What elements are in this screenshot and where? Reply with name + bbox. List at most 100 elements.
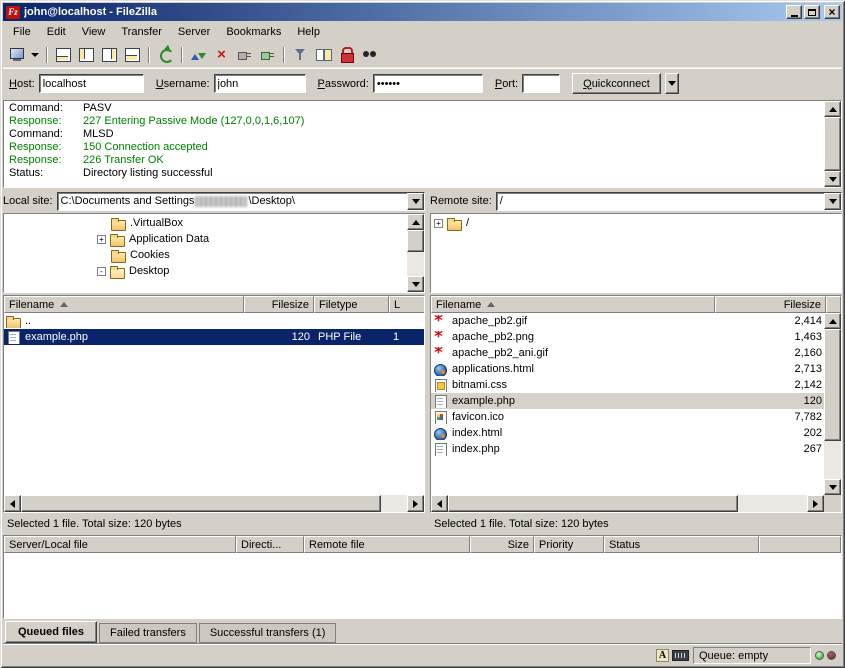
column-header-filename[interactable]: Filename bbox=[431, 296, 715, 313]
file-row-favicon-ico[interactable]: favicon.ico7,782 bbox=[431, 409, 824, 425]
menu-item-edit[interactable]: Edit bbox=[39, 24, 74, 40]
scroll-up-button[interactable] bbox=[407, 214, 424, 230]
site-manager-icon[interactable] bbox=[6, 44, 29, 66]
column-header-directi[interactable]: Directi... bbox=[236, 536, 304, 553]
file-row-index-php[interactable]: index.php267 bbox=[431, 441, 824, 457]
local-path-dropdown[interactable] bbox=[407, 193, 424, 210]
cancel-icon[interactable] bbox=[210, 44, 233, 66]
sync-browsing-icon[interactable] bbox=[335, 44, 358, 66]
maximize-button[interactable] bbox=[804, 5, 820, 19]
scroll-down-button[interactable] bbox=[407, 276, 424, 292]
hscroll-thumb[interactable] bbox=[448, 495, 738, 512]
queue-status-panel: Queue: empty bbox=[693, 647, 811, 664]
scroll-up-button[interactable] bbox=[824, 313, 841, 329]
file-row-item[interactable]: .. bbox=[4, 313, 424, 329]
tree-item-item[interactable]: +/ bbox=[432, 215, 840, 231]
username-input[interactable] bbox=[214, 74, 306, 93]
tree-item-desktop[interactable]: -Desktop bbox=[5, 263, 406, 279]
close-button[interactable]: × bbox=[824, 5, 840, 19]
minimize-button[interactable] bbox=[786, 5, 802, 19]
column-header-filesize[interactable]: Filesize bbox=[715, 296, 826, 313]
password-input[interactable] bbox=[373, 74, 483, 93]
arrow-up-icon bbox=[829, 315, 837, 324]
tree-item-virtualbox[interactable]: .VirtualBox bbox=[5, 215, 406, 231]
column-header-filename[interactable]: Filename bbox=[4, 296, 244, 313]
file-row-apache-pb2-png[interactable]: apache_pb2.png1,463 bbox=[431, 329, 824, 345]
column-header-l[interactable]: L bbox=[389, 296, 424, 313]
tab-successful-transfers-1[interactable]: Successful transfers (1) bbox=[199, 623, 337, 643]
column-header-status[interactable]: Status bbox=[604, 536, 759, 553]
column-header-filesize[interactable]: Filesize bbox=[244, 296, 314, 313]
local-status-text: Selected 1 file. Total size: 120 bytes bbox=[3, 513, 425, 533]
scroll-right-button[interactable] bbox=[807, 495, 824, 512]
file-row-example-php[interactable]: example.php120 bbox=[431, 393, 824, 409]
remote-hscrollbar[interactable] bbox=[431, 495, 841, 512]
tree-expander[interactable]: + bbox=[434, 219, 443, 228]
tree-expander[interactable]: - bbox=[97, 267, 106, 276]
remote-path-dropdown[interactable] bbox=[824, 193, 841, 210]
menu-item-file[interactable]: File bbox=[5, 24, 39, 40]
site-manager-dropdown-icon[interactable] bbox=[29, 44, 42, 66]
tree-item-application-data[interactable]: +Application Data bbox=[5, 231, 406, 247]
column-header-remote-file[interactable]: Remote file bbox=[304, 536, 470, 553]
process-queue-icon[interactable] bbox=[187, 44, 210, 66]
menu-item-transfer[interactable]: Transfer bbox=[113, 24, 170, 40]
refresh-icon[interactable] bbox=[154, 44, 177, 66]
transfer-queue[interactable] bbox=[4, 553, 841, 618]
remote-list-scrollbar[interactable] bbox=[824, 313, 841, 495]
hscroll-thumb[interactable] bbox=[21, 495, 381, 512]
menu-item-server[interactable]: Server bbox=[170, 24, 218, 40]
toggle-remote-tree-icon[interactable] bbox=[98, 44, 121, 66]
keyboard-icon bbox=[672, 650, 689, 661]
quickconnect-dropdown[interactable] bbox=[665, 73, 679, 94]
scroll-left-button[interactable] bbox=[4, 495, 21, 512]
host-input[interactable] bbox=[39, 74, 144, 93]
scroll-down-button[interactable] bbox=[824, 479, 841, 495]
tree-expander[interactable]: + bbox=[97, 235, 106, 244]
compare-icon[interactable] bbox=[312, 44, 335, 66]
column-header-server-local-file[interactable]: Server/Local file bbox=[4, 536, 236, 553]
toggle-local-tree-icon[interactable] bbox=[75, 44, 98, 66]
log-scroll-thumb[interactable] bbox=[824, 117, 841, 171]
filter-icon[interactable] bbox=[289, 44, 312, 66]
tab-queued-files[interactable]: Queued files bbox=[5, 621, 97, 643]
scroll-right-button[interactable] bbox=[407, 495, 424, 512]
find-icon[interactable] bbox=[358, 44, 381, 66]
titlebar[interactable]: Fz john@localhost - FileZilla × bbox=[3, 3, 842, 21]
scroll-down-button[interactable] bbox=[824, 171, 841, 187]
file-row-apache-pb2-ani-gif[interactable]: apache_pb2_ani.gif2,160 bbox=[431, 345, 824, 361]
column-header-filetype[interactable]: Filetype bbox=[314, 296, 389, 313]
file-row-example-php[interactable]: example.php120PHP File1 bbox=[4, 329, 424, 345]
reconnect-icon[interactable] bbox=[256, 44, 279, 66]
local-tree-scrollbar[interactable] bbox=[407, 214, 424, 292]
list-scroll-thumb[interactable] bbox=[824, 329, 841, 441]
local-hscrollbar[interactable] bbox=[4, 495, 424, 512]
menu-item-view[interactable]: View bbox=[74, 24, 114, 40]
quickconnect-button[interactable]: Quickconnect bbox=[572, 73, 661, 94]
file-row-applications-html[interactable]: applications.html2,713 bbox=[431, 361, 824, 377]
scrollbar-corner bbox=[824, 495, 841, 512]
port-input[interactable] bbox=[522, 74, 560, 93]
log-scrollbar[interactable] bbox=[824, 101, 841, 187]
tab-failed-transfers[interactable]: Failed transfers bbox=[99, 623, 197, 643]
local-path-combo[interactable]: C:\Documents and Settings \Desktop\ bbox=[57, 192, 425, 211]
column-header-size[interactable]: Size bbox=[470, 536, 534, 553]
scroll-left-button[interactable] bbox=[431, 495, 448, 512]
disconnect-icon[interactable] bbox=[233, 44, 256, 66]
toggle-transfer-queue-icon[interactable] bbox=[121, 44, 144, 66]
tree-item-cookies[interactable]: Cookies bbox=[5, 247, 406, 263]
tree-scroll-thumb[interactable] bbox=[407, 230, 424, 252]
menu-item-bookmarks[interactable]: Bookmarks bbox=[218, 24, 289, 40]
menu-item-help[interactable]: Help bbox=[289, 24, 328, 40]
arrow-down-icon bbox=[829, 485, 837, 494]
file-row-apache-pb2-gif[interactable]: apache_pb2.gif2,414 bbox=[431, 313, 824, 329]
local-file-list: ..example.php120PHP File1 bbox=[4, 313, 424, 495]
scroll-up-button[interactable] bbox=[824, 101, 841, 117]
file-row-index-html[interactable]: index.html202 bbox=[431, 425, 824, 441]
local-list-header: FilenameFilesizeFiletypeL bbox=[4, 296, 424, 313]
log-line: Response:226 Transfer OK bbox=[5, 154, 822, 167]
column-header-priority[interactable]: Priority bbox=[534, 536, 604, 553]
remote-path-combo[interactable]: / bbox=[496, 192, 842, 211]
toggle-message-log-icon[interactable] bbox=[52, 44, 75, 66]
file-row-bitnami-css[interactable]: bitnami.css2,142 bbox=[431, 377, 824, 393]
